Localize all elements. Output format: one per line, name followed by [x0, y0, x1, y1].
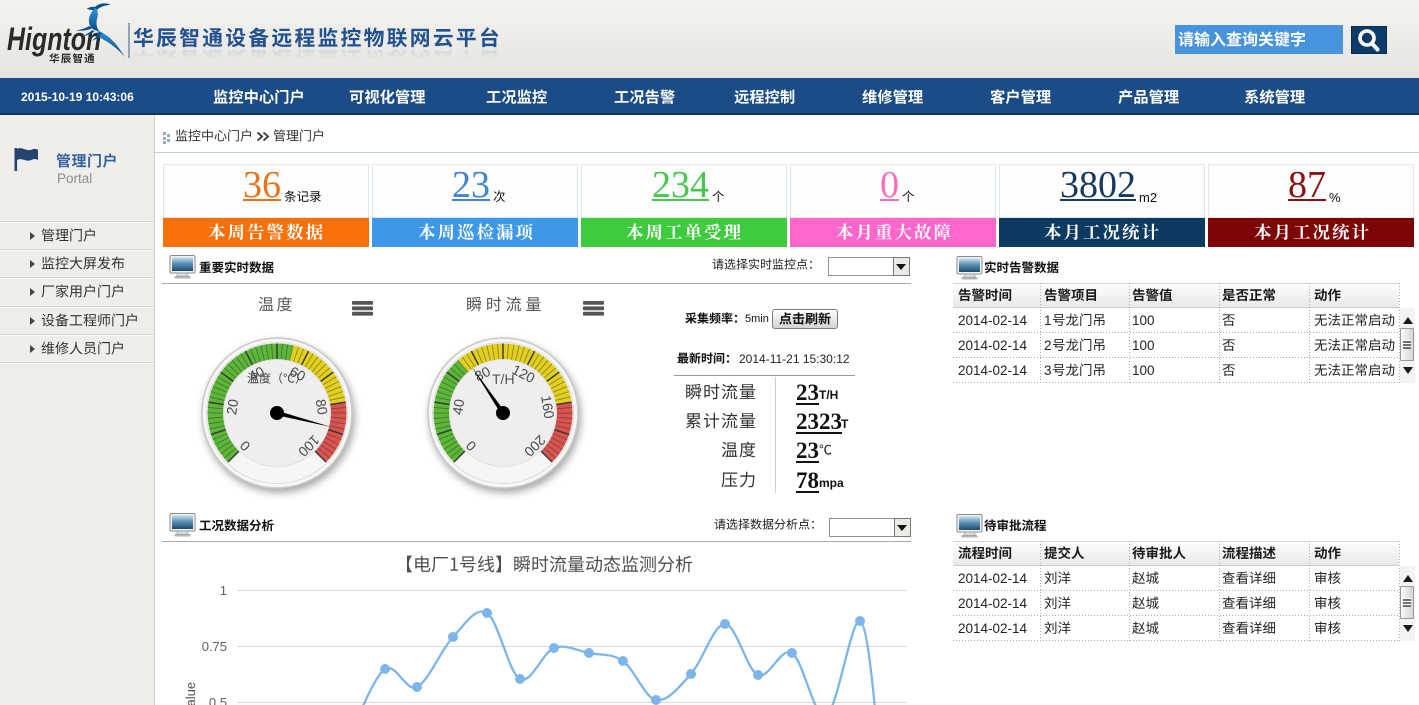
svg-text:20: 20: [223, 398, 241, 416]
svg-text:40: 40: [449, 398, 467, 416]
svg-text:80: 80: [313, 398, 331, 416]
